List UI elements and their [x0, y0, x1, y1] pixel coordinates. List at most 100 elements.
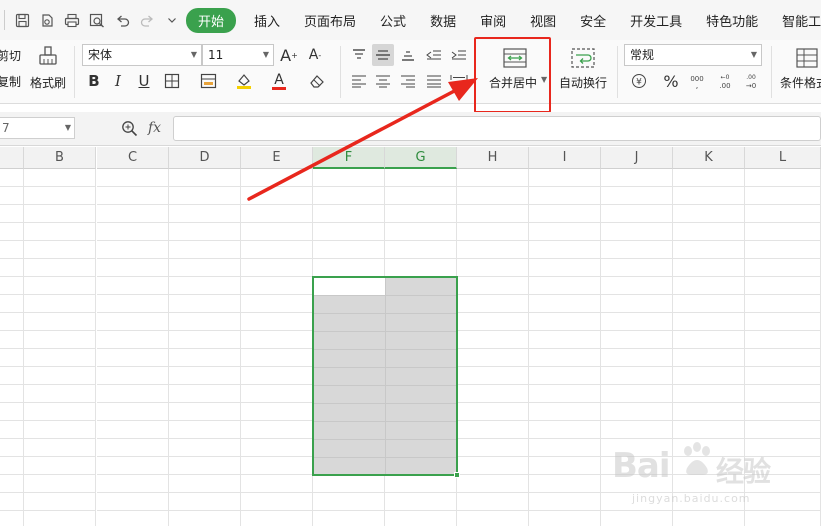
cell[interactable] — [745, 403, 821, 421]
cell[interactable] — [457, 493, 529, 511]
column-header-partial[interactable] — [0, 147, 24, 169]
cell[interactable] — [313, 511, 385, 526]
cell[interactable] — [24, 295, 96, 313]
cell[interactable] — [169, 367, 241, 385]
cell[interactable] — [313, 187, 385, 205]
cell[interactable] — [385, 259, 457, 277]
cell[interactable] — [601, 403, 673, 421]
distribute-icon[interactable] — [448, 70, 470, 92]
column-header-J[interactable]: J — [601, 147, 673, 169]
cell[interactable] — [601, 367, 673, 385]
tab-7[interactable]: 安全 — [568, 11, 618, 30]
column-header-C[interactable]: C — [97, 147, 169, 169]
column-header-F[interactable]: F — [313, 147, 385, 169]
cell[interactable] — [241, 187, 313, 205]
percent-button[interactable]: % — [660, 70, 682, 92]
cell[interactable] — [24, 457, 96, 475]
cell[interactable] — [745, 421, 821, 439]
align-center-icon[interactable] — [372, 70, 394, 92]
cell[interactable] — [0, 475, 24, 493]
cell[interactable] — [0, 421, 24, 439]
fx-icon[interactable]: fx — [148, 120, 161, 136]
tab-10[interactable]: 智能工具 — [770, 11, 821, 30]
increase-font-icon[interactable]: A + — [278, 44, 300, 66]
save-icon[interactable] — [14, 12, 30, 28]
cell[interactable] — [601, 313, 673, 331]
thousands-separator-icon[interactable]: 000, — [686, 70, 708, 92]
print-preview-icon[interactable] — [39, 12, 55, 28]
cell[interactable] — [24, 403, 96, 421]
cell[interactable] — [673, 403, 745, 421]
cell[interactable] — [0, 259, 24, 277]
cell[interactable] — [673, 295, 745, 313]
cell[interactable] — [241, 331, 313, 349]
cell[interactable] — [169, 421, 241, 439]
cell[interactable] — [313, 223, 385, 241]
fill-color-icon[interactable] — [233, 70, 255, 92]
cell[interactable] — [457, 457, 529, 475]
cell[interactable] — [97, 241, 169, 259]
zoom-icon[interactable] — [89, 12, 105, 28]
cell[interactable] — [457, 511, 529, 526]
cell[interactable] — [457, 475, 529, 493]
borders-icon[interactable] — [161, 70, 183, 92]
cell[interactable] — [0, 511, 24, 526]
cell[interactable] — [673, 259, 745, 277]
cell[interactable] — [601, 259, 673, 277]
cell[interactable] — [24, 511, 96, 526]
cell[interactable] — [169, 403, 241, 421]
align-left-icon[interactable] — [348, 70, 370, 92]
cell[interactable] — [97, 385, 169, 403]
cell[interactable] — [457, 205, 529, 223]
cell[interactable] — [529, 169, 601, 187]
cell[interactable] — [241, 421, 313, 439]
cell[interactable] — [385, 475, 457, 493]
cell[interactable] — [97, 187, 169, 205]
cell[interactable] — [169, 259, 241, 277]
cell[interactable] — [529, 421, 601, 439]
column-header-H[interactable]: H — [457, 147, 529, 169]
cell[interactable] — [0, 169, 24, 187]
cell[interactable] — [97, 511, 169, 526]
column-header-I[interactable]: I — [529, 147, 601, 169]
cell[interactable] — [457, 349, 529, 367]
cell[interactable] — [169, 223, 241, 241]
tab-3[interactable]: 公式 — [368, 11, 418, 30]
font-size-select[interactable]: 11 ▼ — [202, 44, 274, 66]
number-format-select[interactable]: 常规 ▼ — [624, 44, 762, 66]
cell[interactable] — [97, 475, 169, 493]
cell[interactable] — [24, 385, 96, 403]
decrease-indent-icon[interactable] — [423, 44, 445, 66]
tab-0[interactable]: 开始 — [186, 7, 237, 33]
cell[interactable] — [241, 313, 313, 331]
cell[interactable] — [313, 241, 385, 259]
cell[interactable] — [0, 205, 24, 223]
cell[interactable] — [745, 511, 821, 526]
cell[interactable] — [673, 223, 745, 241]
cell[interactable] — [529, 313, 601, 331]
cell[interactable] — [529, 403, 601, 421]
cell[interactable] — [457, 313, 529, 331]
cell[interactable] — [241, 277, 313, 295]
cell[interactable] — [97, 457, 169, 475]
cell[interactable] — [313, 493, 385, 511]
cell[interactable] — [0, 385, 24, 403]
cell[interactable] — [97, 493, 169, 511]
cell[interactable] — [169, 241, 241, 259]
cell[interactable] — [745, 205, 821, 223]
cell[interactable] — [529, 223, 601, 241]
cell[interactable] — [601, 169, 673, 187]
cell[interactable] — [97, 277, 169, 295]
cell[interactable] — [385, 205, 457, 223]
cell[interactable] — [241, 205, 313, 223]
tab-5[interactable]: 审阅 — [468, 11, 518, 30]
cell[interactable] — [97, 313, 169, 331]
italic-button[interactable]: I — [107, 70, 129, 92]
cell[interactable] — [169, 187, 241, 205]
cell[interactable] — [0, 439, 24, 457]
cell[interactable] — [97, 421, 169, 439]
cell[interactable] — [24, 439, 96, 457]
cell[interactable] — [673, 367, 745, 385]
cell[interactable] — [0, 349, 24, 367]
cell[interactable] — [601, 205, 673, 223]
